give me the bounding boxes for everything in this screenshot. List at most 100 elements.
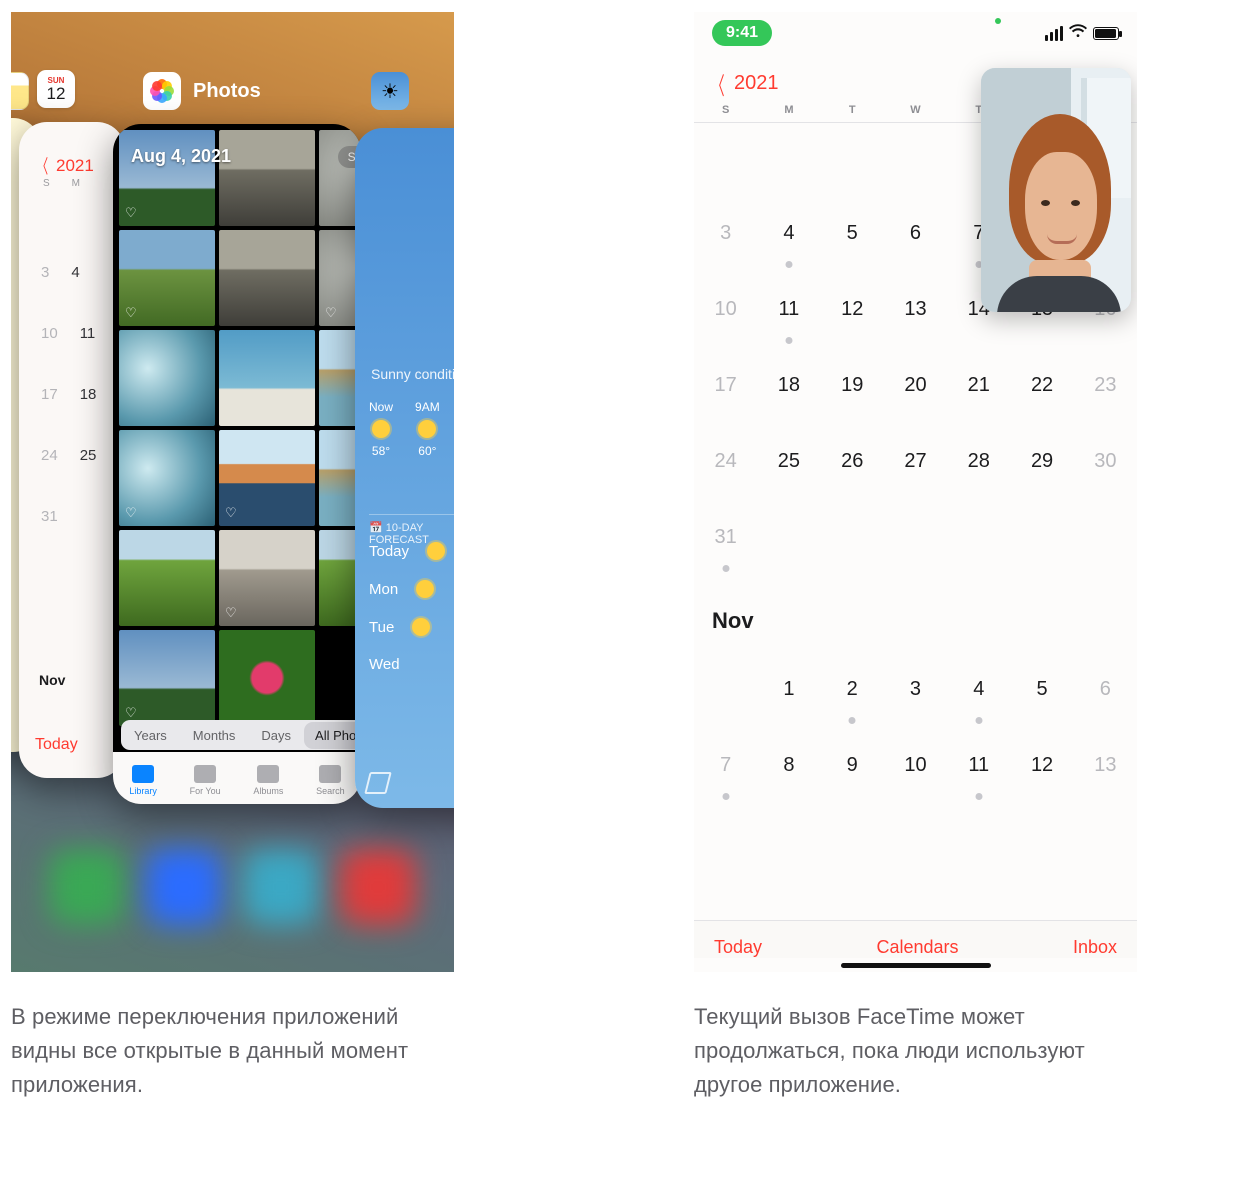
facetime-pip[interactable] (981, 68, 1131, 312)
calendar-day-cell[interactable] (694, 660, 757, 736)
wifi-icon (1069, 24, 1087, 42)
tab-search[interactable]: Search (316, 765, 345, 796)
seg-years[interactable]: Years (121, 728, 180, 743)
photo-thumb[interactable]: ♡ (119, 430, 215, 526)
battery-icon (1093, 27, 1119, 40)
calendar-back-button[interactable]: 〈 2021 (33, 152, 94, 179)
sun-icon (427, 542, 445, 560)
today-button[interactable]: Today (714, 937, 762, 958)
calendar-day-cell[interactable] (884, 128, 947, 204)
calendar-day-cell[interactable] (1010, 508, 1073, 584)
dock-icon (49, 849, 125, 925)
heart-icon: ♡ (125, 305, 137, 321)
calendar-back-year: 2021 (56, 156, 94, 176)
calendar-day-cell[interactable]: 25 (757, 432, 820, 508)
calendar-day-cell[interactable]: 1 (757, 660, 820, 736)
calendar-day-cell[interactable] (884, 508, 947, 584)
weather-day-row: Tue (369, 618, 445, 636)
calendar-today-button[interactable]: Today (35, 736, 78, 754)
calendars-button[interactable]: Calendars (876, 937, 958, 958)
seg-months[interactable]: Months (180, 728, 249, 743)
calendar-day-cell[interactable]: 6 (1074, 660, 1137, 736)
weather-hour: Now 58° (369, 400, 393, 458)
calendar-day-cell[interactable]: 18 (757, 356, 820, 432)
weather-day-row: Mon (369, 580, 445, 598)
app-card-photos[interactable]: ♡ ♡ ♡ ♡ ♡ ♡ (113, 124, 361, 804)
calendar-day-cell[interactable]: 5 (1010, 660, 1073, 736)
weather-day-row: Today (369, 542, 445, 560)
calendar-back-button[interactable]: 〈 2021 (706, 66, 779, 101)
calendar-day-cell[interactable]: 23 (1074, 356, 1137, 432)
calendar-day-cell[interactable]: 7 (694, 736, 757, 812)
calendar-day-cell[interactable]: 4 (947, 660, 1010, 736)
photo-thumb[interactable] (119, 330, 215, 426)
photo-thumb[interactable]: ♡ (219, 430, 315, 526)
home-indicator[interactable] (841, 963, 991, 968)
photo-thumb[interactable] (219, 330, 315, 426)
calendar-day-cell[interactable]: 31 (694, 508, 757, 584)
calendar-day-cell[interactable]: 3 (694, 204, 757, 280)
app-card-weather[interactable]: Sunny conditions Now 58° 9AM 60° (355, 128, 454, 808)
calendar-day-cell[interactable]: 19 (821, 356, 884, 432)
calendar-day-cell[interactable]: 30 (1074, 432, 1137, 508)
calendar-day-cell[interactable]: 22 (1010, 356, 1073, 432)
calendar-day-cell[interactable] (757, 508, 820, 584)
map-icon (364, 772, 391, 794)
calendar-day-cell[interactable]: 24 (694, 432, 757, 508)
calendar-day-cell[interactable] (821, 128, 884, 204)
calendar-day-cell[interactable]: 2 (821, 660, 884, 736)
calendar-day-cell[interactable]: 3 (884, 660, 947, 736)
calendar-day-cell[interactable] (694, 128, 757, 204)
calendar-footer: Today Calendars Inbox (694, 920, 1137, 958)
calendar-day-cell[interactable]: 13 (884, 280, 947, 356)
right-caption: Текущий вызов FaceTime может продолжатьс… (694, 1000, 1137, 1102)
tab-albums[interactable]: Albums (253, 765, 283, 796)
photo-thumb[interactable]: ♡ (219, 530, 315, 626)
calendar-day-cell[interactable]: 10 (884, 736, 947, 812)
inbox-button[interactable]: Inbox (1073, 937, 1117, 958)
photo-thumb[interactable] (219, 230, 315, 326)
seg-all[interactable]: All Photos (304, 722, 361, 749)
calendar-day-cell[interactable]: 12 (1010, 736, 1073, 812)
photo-thumb[interactable]: ♡ (119, 630, 215, 726)
photo-grid: ♡ ♡ ♡ ♡ ♡ ♡ (119, 130, 361, 712)
weather-map-button[interactable] (367, 772, 389, 800)
calendar-day-cell[interactable] (821, 508, 884, 584)
left-caption: В режиме переключения приложений видны в… (11, 1000, 454, 1102)
photo-thumb[interactable] (219, 130, 315, 226)
calendar-day-cell[interactable]: 11 (757, 280, 820, 356)
calendar-day-cell[interactable]: 27 (884, 432, 947, 508)
tab-library[interactable]: Library (129, 765, 157, 796)
calendar-day-cell[interactable]: 21 (947, 356, 1010, 432)
calendar-day-cell[interactable]: 5 (821, 204, 884, 280)
tab-foryou[interactable]: For You (190, 765, 221, 796)
photo-thumb[interactable] (219, 630, 315, 726)
photos-label: Photos (193, 80, 261, 103)
calendar-day-cell[interactable]: 13 (1074, 736, 1137, 812)
calendar-day-cell[interactable]: 28 (947, 432, 1010, 508)
calendar-day-cell[interactable]: 9 (821, 736, 884, 812)
heart-icon: ♡ (225, 505, 237, 521)
calendar-day-cell[interactable]: 17 (694, 356, 757, 432)
seg-days[interactable]: Days (248, 728, 304, 743)
photo-view-segments[interactable]: Years Months Days All Photos (121, 720, 361, 750)
photo-thumb[interactable]: ♡ (119, 230, 215, 326)
calendar-day-cell[interactable] (757, 128, 820, 204)
calendar-day-cell[interactable]: 8 (757, 736, 820, 812)
calendar-day-cell[interactable] (1074, 508, 1137, 584)
calendar-day-cell[interactable]: 10 (694, 280, 757, 356)
photo-thumb[interactable]: ♡ (119, 130, 215, 226)
calendar-day-cell[interactable]: 11 (947, 736, 1010, 812)
calendar-day-cell[interactable]: 29 (1010, 432, 1073, 508)
calendar-day-cell[interactable] (947, 508, 1010, 584)
app-card-calendar[interactable]: 〈 2021 S M 34 1011 1718 2425 31 Nov (19, 122, 125, 778)
calendar-day-cell[interactable]: 6 (884, 204, 947, 280)
photo-thumb[interactable] (119, 530, 215, 626)
weather-hour: 9AM 60° (415, 400, 440, 458)
calendar-day-cell[interactable]: 20 (884, 356, 947, 432)
calendar-day-cell[interactable]: 12 (821, 280, 884, 356)
calendar-day-cell[interactable]: 26 (821, 432, 884, 508)
calendar-day-cell[interactable]: 4 (757, 204, 820, 280)
call-time-pill[interactable]: 9:41 (712, 20, 772, 46)
chevron-left-icon: 〈 (711, 66, 724, 101)
